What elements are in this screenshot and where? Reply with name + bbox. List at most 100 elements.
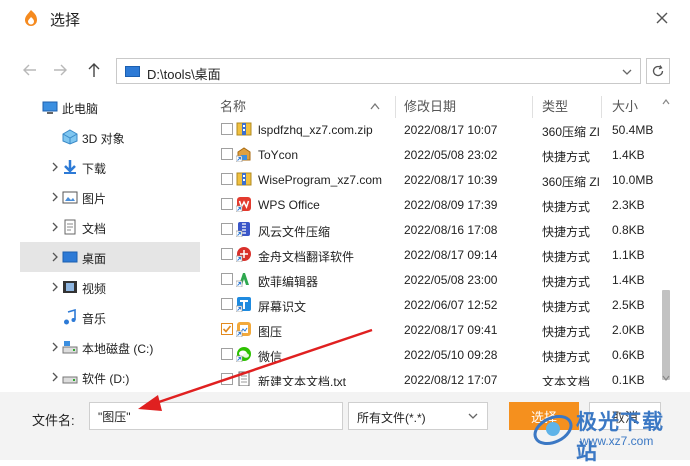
sort-ascending-icon <box>370 102 380 110</box>
close-icon[interactable] <box>650 6 674 30</box>
file-row[interactable]: lspdfzhq_xz7.com.zip 2022/08/17 10:07 360压… <box>206 117 656 142</box>
scroll-down-icon[interactable] <box>661 374 671 382</box>
sidebar-item[interactable]: 视频 <box>20 272 200 302</box>
file-name: 欧菲编辑器 <box>258 275 319 289</box>
local-disk-icon <box>62 341 78 354</box>
file-name: lspdfzhq_xz7.com.zip <box>258 123 373 137</box>
sidebar-item-label: 视频 <box>82 282 107 296</box>
file-size: 0.8KB <box>612 223 645 237</box>
sidebar-item[interactable]: 文档 <box>20 212 200 242</box>
sidebar-item-label: 文档 <box>82 222 107 236</box>
chevron-right-icon[interactable] <box>50 191 60 203</box>
column-header-size[interactable]: 大小 <box>612 96 638 118</box>
file-name: ToYcon <box>258 148 299 162</box>
row-checkbox[interactable] <box>221 348 233 360</box>
file-name: 新建文本文档.txt <box>258 375 347 386</box>
chevron-right-icon[interactable] <box>50 371 60 383</box>
sidebar-item[interactable]: 桌面 <box>20 242 200 272</box>
download-icon <box>64 160 76 174</box>
file-row[interactable]: 图压 2022/08/17 09:41 快捷方式 2.0KB <box>206 317 656 342</box>
wechat-icon <box>236 347 251 362</box>
sidebar-item[interactable]: 本地磁盘 (C:) <box>20 332 200 362</box>
chevron-right-icon[interactable] <box>50 221 60 233</box>
pictures-icon <box>62 191 78 204</box>
file-name: WPS Office <box>258 198 320 212</box>
videos-icon <box>63 281 77 293</box>
navigation-pane: 此电脑 3D 对象下载图片文档桌面视频音乐本地磁盘 (C:) 软件 (D:) <box>20 92 200 386</box>
chevron-right-icon[interactable] <box>50 161 60 173</box>
file-row[interactable]: 新建文本文档.txt 2022/08/12 17:07 文本文档 0.1KB <box>206 367 656 386</box>
chevron-right-icon[interactable] <box>50 251 60 263</box>
file-row[interactable]: WiseProgram_xz7.com 2022/08/17 10:39 360压缩… <box>206 167 656 192</box>
documents-icon <box>64 219 76 235</box>
chevron-right-icon[interactable] <box>50 281 60 293</box>
sidebar-item-label: 音乐 <box>82 312 107 326</box>
title-bar: 选择 <box>0 0 690 38</box>
column-divider[interactable] <box>601 96 602 118</box>
chevron-down-icon[interactable] <box>619 64 635 80</box>
file-date: 2022/06/07 12:52 <box>404 298 498 312</box>
file-date: 2022/05/08 23:00 <box>404 273 498 287</box>
chevron-right-icon[interactable] <box>50 341 60 353</box>
sidebar-item[interactable]: 图片 <box>20 182 200 212</box>
address-path: D:\tools\桌面 <box>147 67 221 82</box>
sidebar-item[interactable]: 音乐 <box>20 302 200 332</box>
toycon-app-icon <box>236 147 251 162</box>
sidebar-item[interactable]: 下载 <box>20 152 200 182</box>
file-row[interactable]: 屏幕识文 2022/06/07 12:52 快捷方式 2.5KB <box>206 292 656 317</box>
scroll-up-icon[interactable] <box>661 98 671 106</box>
file-size: 0.6KB <box>612 348 645 362</box>
sidebar-item-label: 本地磁盘 (C:) <box>82 342 154 356</box>
file-size: 1.4KB <box>612 273 645 287</box>
file-row[interactable]: 风云文件压缩 2022/08/16 17:08 快捷方式 0.8KB <box>206 217 656 242</box>
up-arrow-icon[interactable] <box>84 60 104 80</box>
row-checkbox[interactable] <box>221 273 233 285</box>
row-checkbox[interactable] <box>221 173 233 185</box>
filename-input[interactable] <box>89 402 343 430</box>
file-date: 2022/08/17 09:14 <box>404 248 498 262</box>
address-bar[interactable]: D:\tools\桌面 <box>116 58 641 84</box>
row-checkbox[interactable] <box>221 298 233 310</box>
sidebar-item[interactable]: 软件 (D:) <box>20 362 200 386</box>
file-name: 风云文件压缩 <box>258 225 331 239</box>
sidebar-item[interactable]: 此电脑 <box>20 92 200 122</box>
checkmark-icon <box>222 325 232 333</box>
file-row[interactable]: WPS Office 2022/08/09 17:39 快捷方式 2.3KB <box>206 192 656 217</box>
row-checkbox[interactable] <box>221 248 233 260</box>
file-type-value: 所有文件(*.*) <box>357 411 426 425</box>
text-file-icon <box>238 371 250 386</box>
row-checkbox[interactable] <box>221 223 233 235</box>
file-date: 2022/08/12 17:07 <box>404 373 498 386</box>
column-divider[interactable] <box>532 96 533 118</box>
vertical-scrollbar[interactable] <box>660 92 672 386</box>
row-checkbox[interactable] <box>221 123 233 135</box>
3d-objects-icon <box>62 129 78 145</box>
column-header-type[interactable]: 类型 <box>542 96 568 118</box>
file-row[interactable]: ToYcon 2022/05/08 23:02 快捷方式 1.4KB <box>206 142 656 167</box>
file-list: 名称 修改日期 类型 大小 lspdfzhq_xz7.com.zip 2022/0… <box>206 92 676 386</box>
watermark: 极光下载站 www.xz7.com <box>528 404 678 464</box>
file-row[interactable]: 微信 2022/05/10 09:28 快捷方式 0.6KB <box>206 342 656 367</box>
file-name: 屏幕识文 <box>258 300 307 314</box>
file-size: 0.1KB <box>612 373 645 386</box>
column-header-date[interactable]: 修改日期 <box>404 96 456 118</box>
file-size: 2.0KB <box>612 323 645 337</box>
column-divider[interactable] <box>395 96 396 118</box>
refresh-button[interactable] <box>646 58 670 84</box>
sidebar-item-label: 下载 <box>82 162 107 176</box>
row-checkbox[interactable] <box>221 198 233 210</box>
file-row[interactable]: 金舟文档翻译软件 2022/08/17 09:14 快捷方式 1.1KB <box>206 242 656 267</box>
sidebar-item[interactable]: 3D 对象 <box>20 122 200 152</box>
file-row[interactable]: 欧菲编辑器 2022/05/08 23:00 快捷方式 1.4KB <box>206 267 656 292</box>
file-date: 2022/08/17 10:07 <box>404 123 498 137</box>
file-type: 快捷方式 <box>542 200 591 214</box>
row-checkbox[interactable] <box>221 323 233 335</box>
column-header-name[interactable]: 名称 <box>220 96 246 118</box>
scrollbar-thumb[interactable] <box>662 290 670 380</box>
row-checkbox[interactable] <box>221 373 233 385</box>
row-checkbox[interactable] <box>221 148 233 160</box>
file-date: 2022/08/17 10:39 <box>404 173 498 187</box>
file-type-select[interactable]: 所有文件(*.*) <box>348 402 488 430</box>
back-arrow-icon[interactable] <box>20 60 40 80</box>
forward-arrow-icon[interactable] <box>50 60 70 80</box>
